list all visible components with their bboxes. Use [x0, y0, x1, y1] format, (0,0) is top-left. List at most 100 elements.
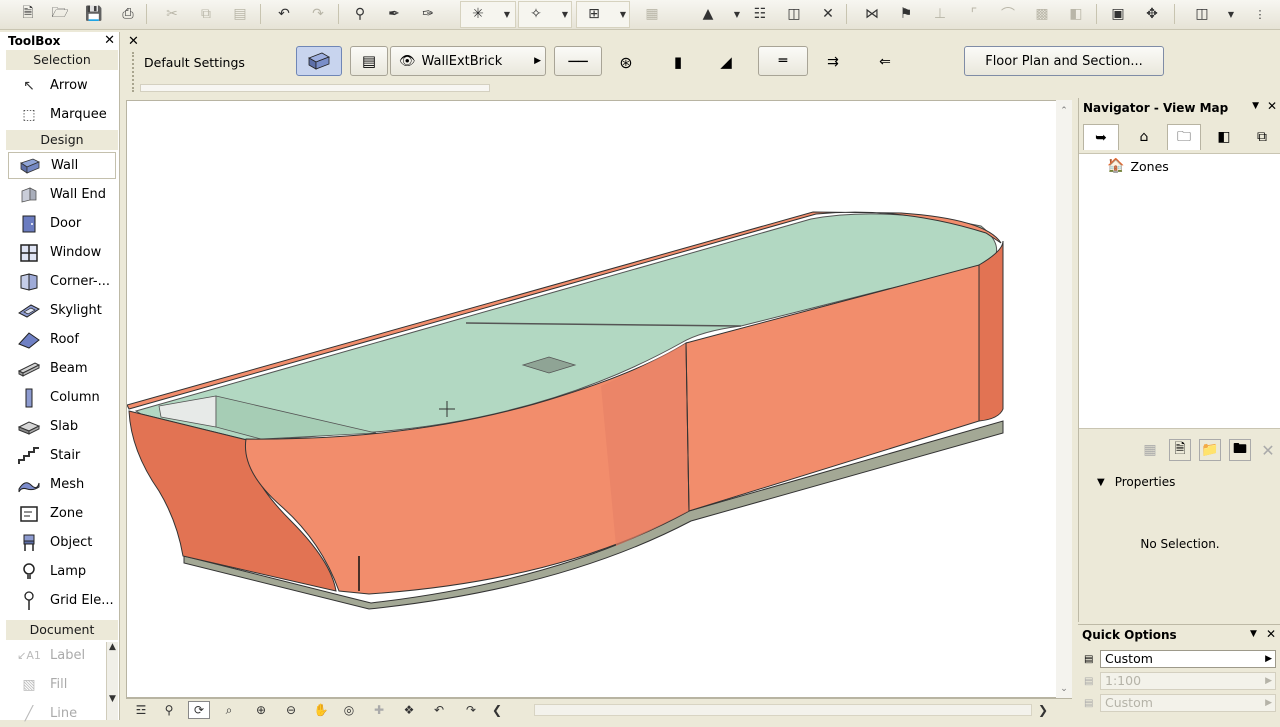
section-design[interactable]: Design [6, 130, 118, 150]
ruler-icon[interactable]: ☷ [748, 3, 772, 25]
cut-icon[interactable]: ✂ [160, 3, 184, 25]
3d-navigation-icon[interactable]: ⟳ [188, 701, 210, 719]
tool-zone[interactable]: Zone [8, 500, 116, 527]
layer-button[interactable]: ▤ [350, 46, 388, 76]
composite-selector[interactable]: 👁 WallExtBrick ▶ [390, 46, 546, 76]
tool-fill[interactable]: ▧ Fill [8, 671, 104, 698]
tool-beam[interactable]: Beam [8, 355, 116, 382]
scroll-left-icon[interactable]: ❮ [486, 701, 508, 719]
eyedropper-icon[interactable]: ✒ [382, 3, 406, 25]
reference-line-icon[interactable]: ⊛ [608, 48, 644, 76]
properties-header[interactable]: ▼ Properties [1097, 475, 1175, 489]
layers-icon[interactable]: ▲ [696, 3, 720, 25]
3d-view-icon[interactable]: ✥ [1140, 3, 1164, 25]
info-box-scrollbar[interactable] [140, 84, 490, 92]
tool-roof[interactable]: Roof [8, 326, 116, 353]
delete-icon[interactable]: ✕ [1257, 439, 1279, 461]
scroll-down-icon[interactable]: ▼ [107, 694, 118, 704]
3d-window[interactable] [126, 100, 1072, 698]
grid-snap-icon[interactable]: ⊞ [582, 3, 606, 25]
tab-publisher[interactable]: ◧ [1207, 124, 1241, 150]
open-view-icon[interactable]: 🖿 [1229, 439, 1251, 461]
zoom-in-area-icon[interactable]: ⌕ [218, 701, 240, 719]
curve-icon[interactable]: ⌒ [996, 3, 1020, 25]
walk-icon[interactable]: ✚ [368, 701, 390, 719]
chevron-down-icon[interactable]: ▼ [1250, 629, 1257, 639]
scroll-up-icon[interactable]: ⌃ [1056, 106, 1072, 116]
navigator-preview-icon[interactable]: ☲ [130, 701, 152, 719]
tool-grid-element[interactable]: Grid Ele... [8, 587, 116, 614]
redo-icon[interactable]: ↷ [306, 3, 330, 25]
explode-icon[interactable]: ◧ [1064, 3, 1088, 25]
pan-icon[interactable]: ✋ [310, 701, 332, 719]
trim-icon[interactable]: ⋈ [860, 3, 884, 25]
copy-icon[interactable]: ⧉ [194, 3, 218, 25]
save-icon[interactable]: 💾 [82, 3, 106, 25]
chevron-down-icon[interactable]: ▼ [732, 3, 742, 25]
scroll-down-icon[interactable]: ⌄ [1056, 684, 1072, 694]
zoom-out-icon[interactable]: ⊖ [280, 701, 302, 719]
toolbox-scrollbar[interactable]: ▲ ▼ [106, 642, 118, 720]
scale-select[interactable]: 1:100 ▶ [1100, 672, 1276, 690]
chevron-down-icon[interactable]: ▼ [618, 3, 628, 25]
tool-arrow[interactable]: ↖ Arrow [8, 72, 116, 99]
chevron-down-icon[interactable]: ▼ [560, 3, 570, 25]
trace-icon[interactable]: ▦ [640, 3, 664, 25]
tab-organizer[interactable]: ⧉ [1245, 124, 1279, 150]
tool-label[interactable]: ↙A1 Label [8, 642, 104, 669]
tool-marquee[interactable]: ⬚ Marquee [8, 101, 116, 128]
slanted-wall-icon[interactable]: ◢ [708, 48, 744, 76]
previous-zoom-icon[interactable]: ↶ [428, 701, 450, 719]
tool-door[interactable]: Door [8, 210, 116, 237]
paste-icon[interactable]: ▤ [228, 3, 252, 25]
tool-wall-end[interactable]: Wall End [8, 181, 116, 208]
tab-project-map[interactable]: ➥ [1083, 124, 1119, 150]
construction-method-button[interactable]: ═ [758, 46, 808, 76]
tool-stair[interactable]: Stair [8, 442, 116, 469]
zoom-fit-icon[interactable]: ⚲ [158, 701, 180, 719]
wall-settings-button[interactable] [296, 46, 342, 76]
line-type-button[interactable]: ── [554, 46, 602, 76]
split-icon[interactable]: ⚑ [894, 3, 918, 25]
chain-wall-icon[interactable]: ⇉ [814, 48, 852, 76]
section-document[interactable]: Document [6, 620, 118, 640]
tool-skylight[interactable]: Skylight [8, 297, 116, 324]
canvas-vertical-scrollbar[interactable]: ⌃ ⌄ [1056, 100, 1072, 698]
tool-mesh[interactable]: Mesh [8, 471, 116, 498]
tool-corner-window[interactable]: Corner-... [8, 268, 116, 295]
tool-column[interactable]: Column [8, 384, 116, 411]
tool-window[interactable]: Window [8, 239, 116, 266]
magic-wand-icon[interactable]: ✧ [524, 3, 548, 25]
tab-view-map[interactable]: ⌂ [1127, 124, 1161, 150]
zoom-in-icon[interactable]: ⊕ [250, 701, 272, 719]
close-icon[interactable]: ✕ [104, 33, 115, 48]
window-icon[interactable]: ◫ [1190, 3, 1214, 25]
new-view-icon[interactable]: 🗎 [1169, 439, 1191, 461]
scroll-right-icon[interactable]: ❯ [1032, 701, 1054, 719]
rectangle-wall-icon[interactable]: ⇐ [866, 48, 904, 76]
tool-line[interactable]: ╱ Line [8, 700, 104, 727]
dimension-icon[interactable]: ◫ [782, 3, 806, 25]
fillet-icon[interactable]: ⌜ [962, 3, 986, 25]
tool-lamp[interactable]: Lamp [8, 558, 116, 585]
tool-wall[interactable]: Wall [8, 152, 116, 179]
new-icon[interactable]: 🗎 [16, 3, 40, 25]
settings-icon[interactable]: ▦ [1139, 439, 1161, 461]
syringe-icon[interactable]: ✑ [416, 3, 440, 25]
open-icon[interactable]: 🗁 [48, 3, 72, 25]
undo-icon[interactable]: ↶ [272, 3, 296, 25]
next-zoom-icon[interactable]: ↷ [460, 701, 482, 719]
print-icon[interactable]: ⎙ [116, 3, 140, 25]
adjust-icon[interactable]: ⊥ [928, 3, 952, 25]
floor-plan-section-button[interactable]: Floor Plan and Section... [964, 46, 1164, 76]
find-icon[interactable]: ⚲ [348, 3, 372, 25]
tool-slab[interactable]: Slab [8, 413, 116, 440]
orbit-icon[interactable]: ◎ [338, 701, 360, 719]
tool-object[interactable]: Object [8, 529, 116, 556]
chevron-down-icon[interactable]: ▼ [502, 3, 512, 25]
close-icon[interactable]: ✕ [816, 3, 840, 25]
layer-combination-select[interactable]: Custom ▶ [1100, 650, 1276, 668]
close-icon[interactable]: ✕ [128, 34, 139, 49]
dimension-select[interactable]: Custom ▶ [1100, 694, 1276, 712]
chevron-down-icon[interactable]: ▼ [1252, 101, 1259, 111]
